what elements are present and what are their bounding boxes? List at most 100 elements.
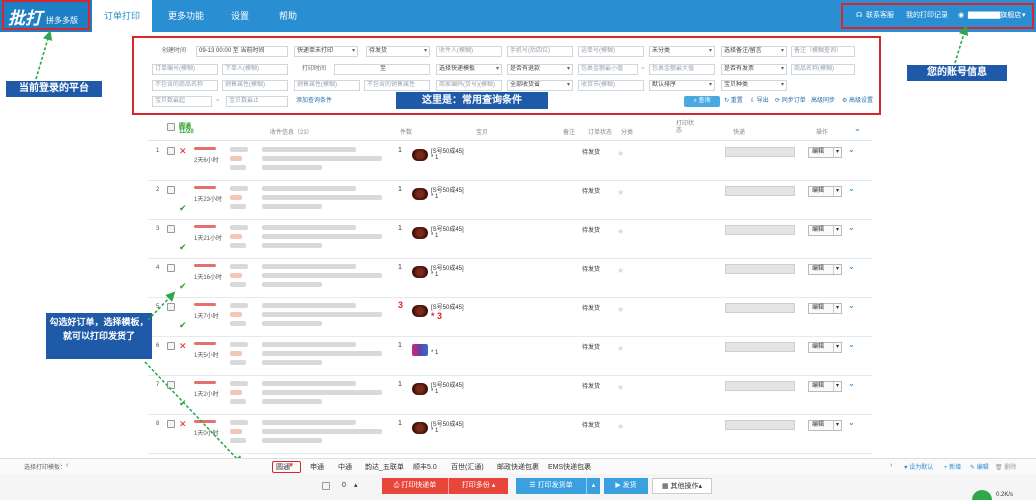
star-icon[interactable]: ★: [617, 266, 624, 275]
table-row[interactable]: 8 ✕ 1天0小时 1 [S号50成45] * 1 待发货 ★ 编辑 ▾ ⌄: [148, 415, 872, 454]
template-tab-2[interactable]: 中通: [338, 462, 352, 472]
table-row[interactable]: 5 ✔ 1天7小时 3 [S号50成45] * 3 待发货 ★ 编辑 ▾ ⌄: [148, 298, 872, 337]
print-time-range[interactable]: 至: [334, 64, 430, 75]
expand-row-icon[interactable]: ⌄: [848, 379, 855, 388]
express-no-field[interactable]: [725, 147, 795, 157]
goods-thumbnail[interactable]: [412, 266, 428, 278]
reset-link[interactable]: ↻ 重置: [724, 96, 743, 107]
goods-type-select[interactable]: 宝贝种类: [721, 80, 787, 91]
exclude-goods-input[interactable]: 不包含的商品名称: [152, 80, 218, 91]
print-shipping-caret[interactable]: ▴: [586, 478, 600, 494]
tracking-no-input[interactable]: 运单号(模糊): [578, 46, 644, 57]
express-no-field[interactable]: [725, 225, 795, 235]
express-no-field[interactable]: [725, 264, 795, 274]
refund-select[interactable]: 是否有退款: [507, 64, 573, 75]
sort-select[interactable]: 默认排序: [649, 80, 715, 91]
edit-button[interactable]: 编辑 ▾: [808, 420, 842, 431]
add-template-link[interactable]: + 新增: [944, 462, 961, 471]
qty-min-input[interactable]: 宝贝数最起: [152, 96, 212, 107]
chevron-down-icon[interactable]: ▾: [1022, 0, 1026, 32]
set-default-link[interactable]: ♥ 设为默认: [904, 462, 933, 471]
row-checkbox[interactable]: [167, 303, 175, 311]
goods-thumbnail[interactable]: [412, 383, 428, 395]
goods-thumbnail[interactable]: [412, 305, 428, 317]
order-no-input[interactable]: 订单编号(模糊): [152, 64, 218, 75]
express-template-select[interactable]: 选择快递模板: [436, 64, 502, 75]
attr-input-2[interactable]: 销售属性(模糊): [294, 80, 360, 91]
other-actions-button[interactable]: ▦ 其他操作▴: [652, 478, 712, 494]
expand-row-icon[interactable]: ⌄: [848, 184, 855, 193]
buyer-input[interactable]: 下单人(模糊): [222, 64, 288, 75]
star-icon[interactable]: ★: [617, 149, 624, 158]
table-row[interactable]: 2 ✔ 1天23小时 1 [S号50成45] * 1 待发货 ★ 编辑 ▾ ⌄: [148, 181, 872, 220]
advanced-settings-link[interactable]: ⚙ 高级设置: [842, 96, 873, 107]
ship-status-select[interactable]: 待发货: [366, 46, 430, 57]
express-no-field[interactable]: [725, 186, 795, 196]
table-row[interactable]: 4 ✔ 1天16小时 1 [S号50成45] * 1 待发货 ★ 编辑 ▾ ⌄: [148, 259, 872, 298]
attr-input[interactable]: 销售属性(模糊): [222, 80, 288, 91]
edit-button[interactable]: 编辑 ▾: [808, 225, 842, 236]
expand-row-icon[interactable]: ⌄: [848, 223, 855, 232]
table-row[interactable]: 3 ✔ 1天21小时 1 [S号50成45] * 1 待发货 ★ 编辑 ▾ ⌄: [148, 220, 872, 259]
edit-button[interactable]: 编辑 ▾: [808, 147, 842, 158]
chevron-left-icon[interactable]: ‹: [66, 462, 68, 469]
tab-more-functions[interactable]: 更多功能: [158, 0, 214, 32]
tab-help[interactable]: 帮助: [268, 0, 308, 32]
express-print-status-select[interactable]: 快递单未打印: [294, 46, 358, 57]
print-express-button[interactable]: ⎙ 打印快递单: [382, 478, 448, 494]
star-icon[interactable]: ★: [617, 305, 624, 314]
query-button[interactable]: ⌕ 查询: [684, 96, 720, 107]
select-all-checkbox[interactable]: [167, 123, 175, 131]
edit-template-link[interactable]: ✎ 编辑: [970, 462, 989, 471]
contact-service-link[interactable]: 联系客服: [866, 0, 894, 32]
advanced-sync-link[interactable]: 高级同步: [811, 96, 835, 107]
row-checkbox[interactable]: [167, 381, 175, 389]
express-no-field[interactable]: [725, 342, 795, 352]
delete-template-link[interactable]: 🗑 删除: [995, 462, 1016, 471]
tab-settings[interactable]: 设置: [220, 0, 260, 32]
bottom-select-all-checkbox[interactable]: [322, 482, 330, 490]
phone-input[interactable]: 手机号(后四位): [507, 46, 573, 57]
edit-button[interactable]: 编辑 ▾: [808, 264, 842, 275]
table-row[interactable]: 1 ✕ 2天6小时 1 [S号50成45] * 1 待发货 ★ 编辑 ▾ ⌄: [148, 142, 872, 181]
province-select[interactable]: 全部收货省: [507, 80, 573, 91]
receiver-name-input[interactable]: 收件人(模糊): [436, 46, 502, 57]
expand-row-icon[interactable]: ⌄: [848, 418, 855, 427]
express-no-field[interactable]: [725, 381, 795, 391]
row-checkbox[interactable]: [167, 147, 175, 155]
goods-thumbnail[interactable]: [412, 422, 428, 434]
expand-row-icon[interactable]: ⌄: [848, 145, 855, 154]
invoice-select[interactable]: 是否有发票: [721, 64, 787, 75]
amount-min-input[interactable]: 包裹金额最小值: [578, 64, 638, 75]
print-shipping-button[interactable]: ☰ 打印发货单: [516, 478, 586, 494]
sync-orders-link[interactable]: ⟳ 同步订单: [775, 96, 806, 107]
star-icon[interactable]: ★: [617, 188, 624, 197]
memo-input[interactable]: 备注（模糊查询）: [791, 46, 855, 57]
print-history-link[interactable]: 我的打印记录: [906, 0, 948, 32]
goods-thumbnail[interactable]: [412, 188, 428, 200]
goods-thumbnail[interactable]: [412, 227, 428, 239]
template-tab-5[interactable]: 百世(汇通): [451, 462, 484, 472]
export-link[interactable]: ⇩ 导出: [750, 96, 769, 107]
qty-max-input[interactable]: 宝贝数最止: [226, 96, 288, 107]
expand-row-icon[interactable]: ⌄: [848, 301, 855, 310]
goods-code-input[interactable]: 商家编码(货号)(模糊): [436, 80, 502, 91]
tab-order-print[interactable]: 订单打印: [92, 0, 152, 32]
table-row[interactable]: 6 ✕ 1天5小时 1 * 1 待发货 ★ 编辑 ▾ ⌄: [148, 337, 872, 376]
template-tab-1[interactable]: 申通: [310, 462, 324, 472]
expand-row-icon[interactable]: ⌄: [848, 340, 855, 349]
exclude-attr-input[interactable]: 不包含的销售属性: [364, 80, 430, 91]
ship-button[interactable]: ▶ 发货: [604, 478, 648, 494]
template-tab-3[interactable]: 韵达_五联单: [365, 462, 404, 472]
template-tab-4[interactable]: 顺丰5.0: [413, 462, 437, 472]
city-input[interactable]: 收货市(模糊): [578, 80, 644, 91]
row-checkbox[interactable]: [167, 225, 175, 233]
star-icon[interactable]: ★: [617, 227, 624, 236]
template-tab-0[interactable]: 圆通: [272, 461, 301, 473]
row-checkbox[interactable]: [167, 264, 175, 272]
star-icon[interactable]: ★: [617, 422, 624, 431]
category-select[interactable]: 未分类: [649, 46, 715, 57]
express-no-field[interactable]: [725, 303, 795, 313]
express-no-field[interactable]: [725, 420, 795, 430]
template-tab-6[interactable]: 邮政快递包裹: [497, 462, 539, 472]
